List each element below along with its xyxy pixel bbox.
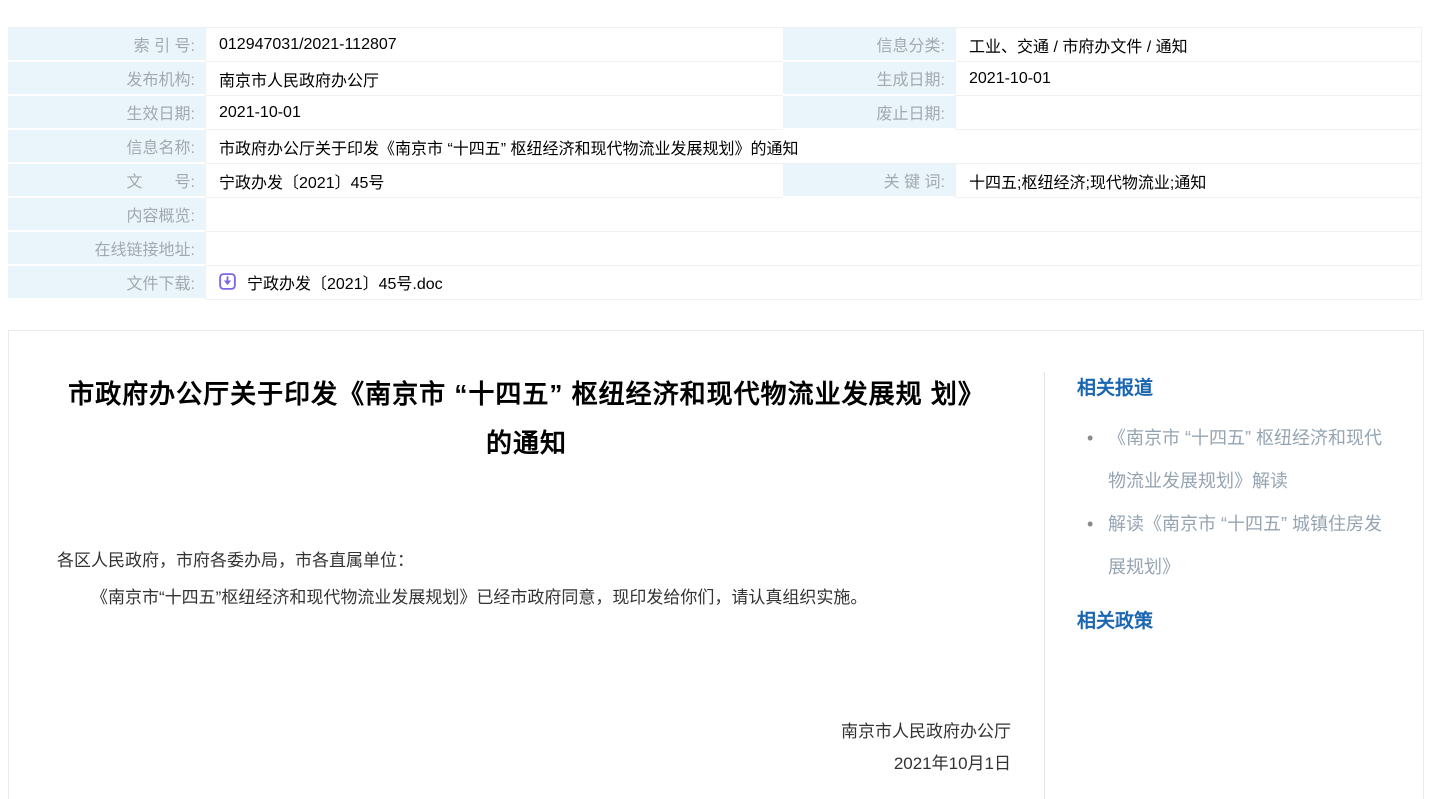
meta-value-file-download: 宁政办发〔2021〕45号.doc <box>205 266 1422 300</box>
related-news-link[interactable]: 解读《南京市 “十四五” 城镇住房发展规划》 <box>1108 514 1382 577</box>
article: 市政府办公厅关于印发《南京市 “十四五” 枢纽经济和现代物流业发展规 划》的通知… <box>9 331 1044 799</box>
meta-value-issuing-agency: 南京市人民政府办公厅 <box>205 62 783 96</box>
meta-value-creation-date: 2021-10-01 <box>955 62 1422 96</box>
sidebar: 相关报道 《南京市 “十四五” 枢纽经济和现代物流业发展规划》解读 解读《南京市… <box>1044 372 1423 799</box>
download-icon <box>219 273 236 290</box>
related-news-list: 《南京市 “十四五” 枢纽经济和现代物流业发展规划》解读 解读《南京市 “十四五… <box>1077 417 1387 589</box>
meta-label-effective-date: 生效日期: <box>8 96 205 130</box>
article-salutation: 各区人民政府，市府各委办局，市各直属单位： <box>57 542 988 579</box>
related-news-item: 《南京市 “十四五” 枢纽经济和现代物流业发展规划》解读 <box>1087 417 1387 503</box>
related-news-heading: 相关报道 <box>1077 372 1387 405</box>
meta-label-keywords: 关 键 词: <box>783 164 955 198</box>
page: 索 引 号: 012947031/2021-112807 信息分类: 工业、交通… <box>0 0 1430 799</box>
table-row: 索 引 号: 012947031/2021-112807 信息分类: 工业、交通… <box>8 28 1422 62</box>
meta-label-index-number: 索 引 号: <box>8 28 205 62</box>
meta-value-content-overview <box>205 198 1422 232</box>
file-download-filename: 宁政办发〔2021〕45号.doc <box>247 270 443 294</box>
meta-value-online-link <box>205 232 1422 266</box>
table-row: 生效日期: 2021-10-01 废止日期: <box>8 96 1422 130</box>
meta-value-effective-date: 2021-10-01 <box>205 96 783 130</box>
meta-label-document-number: 文 号: <box>8 164 205 198</box>
signature-block: 南京市人民政府办公厅 2021年10月1日 <box>9 716 1044 780</box>
related-policy-heading: 相关政策 <box>1077 605 1387 638</box>
meta-value-info-category: 工业、交通 / 市府办文件 / 通知 <box>955 28 1422 62</box>
meta-value-keywords: 十四五;枢纽经济;现代物流业;通知 <box>955 164 1422 198</box>
meta-label-file-download: 文件下载: <box>8 266 205 300</box>
meta-value-repeal-date <box>955 96 1422 130</box>
table-row: 在线链接地址: <box>8 232 1422 266</box>
content-panel: 市政府办公厅关于印发《南京市 “十四五” 枢纽经济和现代物流业发展规 划》的通知… <box>8 330 1424 799</box>
signature-organization: 南京市人民政府办公厅 <box>9 716 1011 748</box>
table-row: 内容概览: <box>8 198 1422 232</box>
meta-value-index-number: 012947031/2021-112807 <box>205 28 783 62</box>
meta-label-creation-date: 生成日期: <box>783 62 955 96</box>
meta-label-info-name: 信息名称: <box>8 130 205 164</box>
article-title: 市政府办公厅关于印发《南京市 “十四五” 枢纽经济和现代物流业发展规 划》的通知 <box>65 370 988 468</box>
table-row: 发布机构: 南京市人民政府办公厅 生成日期: 2021-10-01 <box>8 62 1422 96</box>
table-row: 文件下载: 宁政办发〔2021〕45号.doc <box>8 266 1422 300</box>
meta-label-issuing-agency: 发布机构: <box>8 62 205 96</box>
document-metadata-table: 索 引 号: 012947031/2021-112807 信息分类: 工业、交通… <box>8 27 1422 300</box>
related-news-item: 解读《南京市 “十四五” 城镇住房发展规划》 <box>1087 503 1387 589</box>
meta-label-repeal-date: 废止日期: <box>783 96 955 130</box>
file-download-link[interactable]: 宁政办发〔2021〕45号.doc <box>219 270 443 294</box>
meta-label-online-link: 在线链接地址: <box>8 232 205 266</box>
table-row: 文 号: 宁政办发〔2021〕45号 关 键 词: 十四五;枢纽经济;现代物流业… <box>8 164 1422 198</box>
meta-label-info-category: 信息分类: <box>783 28 955 62</box>
meta-value-info-name: 市政府办公厅关于印发《南京市 “十四五” 枢纽经济和现代物流业发展规划》的通知 <box>205 130 1422 164</box>
article-body-paragraph: 《南京市“十四五”枢纽经济和现代物流业发展规划》已经市政府同意，现印发给你们，请… <box>57 579 988 616</box>
table-row: 信息名称: 市政府办公厅关于印发《南京市 “十四五” 枢纽经济和现代物流业发展规… <box>8 130 1422 164</box>
signature-date: 2021年10月1日 <box>9 748 1011 780</box>
meta-value-document-number: 宁政办发〔2021〕45号 <box>205 164 783 198</box>
meta-label-content-overview: 内容概览: <box>8 198 205 232</box>
related-news-link[interactable]: 《南京市 “十四五” 枢纽经济和现代物流业发展规划》解读 <box>1108 428 1382 491</box>
